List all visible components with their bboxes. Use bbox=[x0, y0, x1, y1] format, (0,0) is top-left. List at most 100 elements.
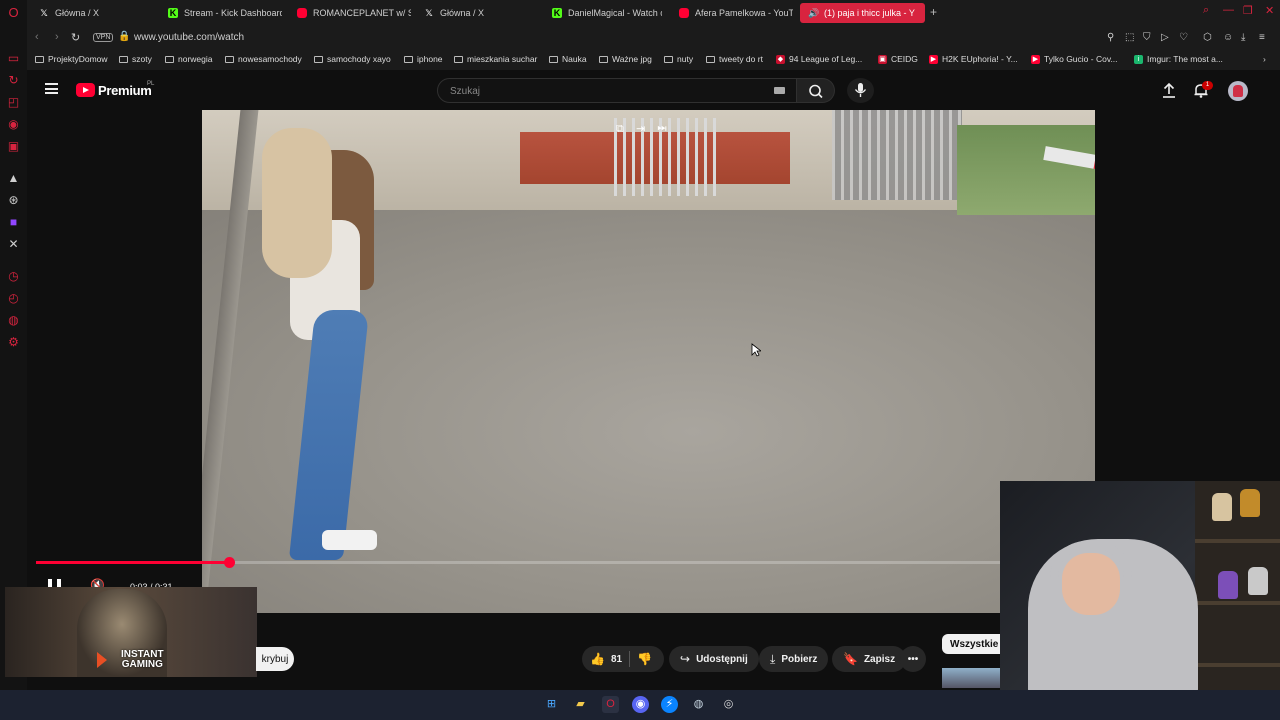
like-count[interactable]: 81 bbox=[611, 654, 622, 665]
tab-0[interactable]: 𝕏 Główna / X bbox=[31, 3, 153, 23]
search-input[interactable] bbox=[448, 83, 752, 100]
arrow-icon[interactable]: ▲ bbox=[7, 172, 20, 185]
folder-icon bbox=[454, 55, 463, 63]
cast-icon[interactable]: ⇥ bbox=[636, 123, 645, 135]
clock-icon[interactable]: ◴ bbox=[7, 292, 20, 305]
folder-icon bbox=[549, 55, 558, 63]
progress-scrubber[interactable] bbox=[224, 557, 235, 568]
wallet-icon[interactable]: ◰ bbox=[7, 96, 20, 109]
keyboard-icon[interactable] bbox=[774, 87, 785, 94]
bookmark-folder[interactable]: tweety do rt bbox=[706, 54, 763, 64]
settings-icon[interactable]: ⚙ bbox=[7, 336, 20, 349]
pin-icon[interactable]: ⚲ bbox=[1107, 32, 1114, 43]
close-window-button[interactable]: ✕ bbox=[1265, 4, 1274, 17]
heart-icon[interactable]: ♡ bbox=[1179, 32, 1188, 43]
chatgpt-icon[interactable]: ⊛ bbox=[7, 194, 20, 207]
bookmark-folder[interactable]: ProjektyDomow bbox=[35, 54, 108, 64]
shield-icon[interactable]: ⛉ bbox=[1143, 32, 1151, 43]
minimize-button[interactable]: — bbox=[1223, 4, 1234, 16]
thumbs-down-icon[interactable]: 👎 bbox=[637, 652, 652, 666]
steam-icon[interactable]: ◍ bbox=[690, 696, 707, 713]
tab-title: ROMANCEPLANET w/ ST bbox=[313, 8, 411, 18]
tab-2[interactable]: ROMANCEPLANET w/ ST bbox=[289, 3, 411, 23]
reload-icon[interactable]: ↻ bbox=[71, 31, 80, 44]
search-button[interactable] bbox=[797, 78, 835, 103]
download-button[interactable]: ⤓ Pobierz bbox=[759, 646, 829, 672]
bookmark-site[interactable]: ◆ 94 League of Leg... bbox=[776, 54, 862, 64]
bookmark-site[interactable]: ▶ H2K EUphoria! - Y... bbox=[929, 54, 1018, 64]
thumbs-up-icon[interactable]: 👍 bbox=[590, 652, 605, 666]
back-icon[interactable]: ‹ bbox=[35, 31, 39, 43]
bookmark-folder[interactable]: Nauka bbox=[549, 54, 587, 64]
miniplayer-icon[interactable]: ⧉ bbox=[616, 123, 624, 135]
bookmark-site[interactable]: ▣ CEIDG bbox=[878, 54, 918, 64]
video-player[interactable]: ⧉ ⇥ ⏭ bbox=[202, 110, 1095, 613]
bookmark-folder[interactable]: iphone bbox=[404, 54, 443, 64]
tab-title: Stream - Kick Dashboard bbox=[184, 8, 282, 18]
youtube-logo-icon[interactable] bbox=[76, 83, 95, 97]
bookmarks-overflow-icon[interactable]: › bbox=[1263, 54, 1266, 64]
vpn-badge[interactable]: VPN bbox=[93, 33, 114, 42]
tab-3[interactable]: 𝕏 Główna / X bbox=[416, 3, 538, 23]
messenger-taskbar-icon[interactable]: ⚡ bbox=[661, 696, 678, 713]
maximize-button[interactable]: ❐ bbox=[1243, 4, 1253, 17]
discord-icon[interactable]: ◉ bbox=[632, 696, 649, 713]
hide-button[interactable]: krybuj bbox=[256, 647, 294, 671]
twitch-icon[interactable]: ■ bbox=[7, 216, 20, 229]
notification-badge: 1 bbox=[1202, 81, 1213, 90]
tab-1[interactable]: K Stream - Kick Dashboard bbox=[160, 3, 282, 23]
forward-icon[interactable]: › bbox=[55, 31, 59, 43]
bookmark-site[interactable]: ▶ Tylko Gucio - Cov... bbox=[1031, 54, 1118, 64]
opera-logo-icon[interactable]: O bbox=[7, 6, 20, 19]
youtube-brand[interactable]: Premium bbox=[98, 83, 152, 98]
filter-chip-all[interactable]: Wszystkie bbox=[942, 634, 1007, 654]
new-tab-button[interactable]: + bbox=[930, 5, 937, 19]
extensions-icon[interactable]: ⬡ bbox=[1203, 32, 1212, 43]
download-icon[interactable]: ⤓ bbox=[1241, 32, 1245, 43]
obs-icon[interactable]: ◎ bbox=[720, 696, 737, 713]
x-sidebar-icon[interactable]: ✕ bbox=[7, 238, 20, 251]
pinboard-icon[interactable]: ◍ bbox=[7, 314, 20, 327]
bookmark-folder[interactable]: nowesamochody bbox=[225, 54, 302, 64]
avatar[interactable] bbox=[1228, 81, 1248, 101]
hamburger-menu-icon[interactable] bbox=[45, 83, 58, 94]
easy-setup-icon[interactable]: ≡ bbox=[1259, 32, 1265, 43]
video-frame-person bbox=[262, 128, 377, 580]
tab-4[interactable]: K DanielMagical - Watch ct bbox=[544, 3, 662, 23]
tab-5[interactable]: Afera Pamelkowa - YouTu bbox=[671, 3, 793, 23]
ai-icon[interactable]: ▭ bbox=[7, 52, 20, 65]
profile-icon[interactable]: ☺ bbox=[1223, 32, 1233, 43]
folder-icon bbox=[706, 55, 715, 63]
bookmark-label: iphone bbox=[417, 54, 443, 64]
messenger-icon[interactable]: ◉ bbox=[7, 118, 20, 131]
save-button[interactable]: 🔖 Zapisz bbox=[832, 646, 907, 672]
snapshot-icon[interactable]: ⬚ bbox=[1125, 32, 1134, 43]
voice-search-button[interactable] bbox=[847, 78, 874, 103]
search-tabs-icon[interactable]: ⌕ bbox=[1203, 4, 1209, 17]
bookmark-folder[interactable]: mieszkania suchar bbox=[454, 54, 537, 64]
bookmark-folder[interactable]: norwegia bbox=[165, 54, 213, 64]
create-button[interactable] bbox=[1161, 82, 1177, 103]
share-button[interactable]: ↪ Udostępnij bbox=[669, 646, 759, 672]
bookmark-folder[interactable]: szoty bbox=[119, 54, 152, 64]
opera-taskbar-icon[interactable]: O bbox=[602, 696, 619, 713]
tab-title: DanielMagical - Watch ct bbox=[568, 8, 662, 18]
lock-icon[interactable]: 🔒 bbox=[118, 31, 130, 42]
windows-start-icon[interactable]: ⊞ bbox=[543, 696, 560, 713]
history-icon[interactable]: ◷ bbox=[7, 270, 20, 283]
bookmark-label: szoty bbox=[132, 54, 152, 64]
x-logo-icon: 𝕏 bbox=[425, 8, 433, 18]
bookmark-folder[interactable]: nuty bbox=[664, 54, 693, 64]
bookmark-site[interactable]: i Imgur: The most a... bbox=[1134, 54, 1223, 64]
file-explorer-icon[interactable]: ▰ bbox=[572, 696, 589, 713]
recommended-thumbnail[interactable] bbox=[942, 668, 1000, 688]
more-actions-button[interactable]: ••• bbox=[900, 646, 926, 672]
url-field[interactable]: www.youtube.com/watch bbox=[134, 32, 244, 43]
skip-icon[interactable]: ⏭ bbox=[658, 123, 667, 135]
bookmark-folder[interactable]: Ważne jpg bbox=[599, 54, 652, 64]
music-icon[interactable]: ▣ bbox=[7, 140, 20, 153]
tab-6-active[interactable]: 🔊 (1) paja i thicc julka - Y bbox=[800, 3, 925, 23]
play-icon[interactable]: ▷ bbox=[1161, 32, 1169, 43]
bookmark-folder[interactable]: samochody xayo bbox=[314, 54, 391, 64]
flow-icon[interactable]: ↻ bbox=[7, 74, 20, 87]
